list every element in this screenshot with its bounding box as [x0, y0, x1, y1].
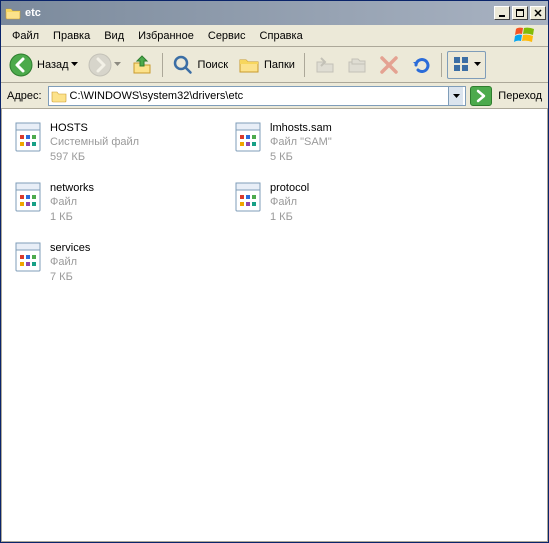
file-item[interactable]: protocol Файл 1 КБ: [228, 177, 448, 237]
search-button[interactable]: Поиск: [168, 51, 232, 79]
file-size: 5 КБ: [270, 150, 332, 164]
file-list: HOSTS Системный файл 597 КБ lmhosts.sam …: [1, 109, 548, 542]
file-size: 7 КБ: [50, 270, 90, 284]
copy-to-button[interactable]: [342, 51, 372, 79]
file-type: Системный файл: [50, 135, 139, 149]
menu-tools[interactable]: Сервис: [201, 28, 253, 44]
minimize-button[interactable]: [494, 6, 510, 20]
menu-view[interactable]: Вид: [97, 28, 131, 44]
undo-button[interactable]: [406, 51, 436, 79]
separator: [162, 53, 163, 77]
back-button[interactable]: Назад: [5, 51, 82, 79]
up-button[interactable]: [127, 51, 157, 79]
menu-favorites[interactable]: Избранное: [131, 28, 201, 44]
file-type: Файл: [50, 195, 94, 209]
file-type: Файл: [270, 195, 309, 209]
go-button[interactable]: [470, 86, 492, 106]
delete-button[interactable]: [374, 51, 404, 79]
address-field[interactable]: [48, 86, 467, 106]
file-icon: [232, 121, 264, 153]
titlebar: etc: [1, 1, 548, 25]
back-label: Назад: [37, 59, 69, 71]
file-name: networks: [50, 181, 94, 195]
folder-icon: [51, 88, 67, 104]
address-dropdown-button[interactable]: [448, 87, 463, 105]
address-label: Адрес:: [5, 90, 44, 102]
folder-icon: [5, 5, 21, 21]
close-button[interactable]: [530, 6, 546, 20]
file-item[interactable]: lmhosts.sam Файл "SAM" 5 КБ: [228, 117, 448, 177]
addressbar: Адрес: Переход: [1, 83, 548, 109]
forward-button[interactable]: [84, 51, 125, 79]
windows-logo-icon: [508, 25, 544, 47]
file-item[interactable]: HOSTS Системный файл 597 КБ: [8, 117, 228, 177]
file-item[interactable]: networks Файл 1 КБ: [8, 177, 228, 237]
file-size: 1 КБ: [270, 210, 309, 224]
go-label: Переход: [496, 90, 544, 102]
file-text: lmhosts.sam Файл "SAM" 5 КБ: [270, 121, 332, 164]
address-input[interactable]: [70, 90, 449, 102]
chevron-down-icon: [71, 61, 78, 68]
maximize-button[interactable]: [512, 6, 528, 20]
toolbar: Назад Поиск Папки: [1, 47, 548, 83]
file-icon: [12, 241, 44, 273]
file-icon: [12, 121, 44, 153]
file-size: 1 КБ: [50, 210, 94, 224]
file-name: lmhosts.sam: [270, 121, 332, 135]
menu-file[interactable]: Файл: [5, 28, 46, 44]
chevron-down-icon: [114, 61, 121, 68]
file-icon: [12, 181, 44, 213]
file-name: protocol: [270, 181, 309, 195]
chevron-down-icon: [474, 61, 481, 68]
file-size: 597 КБ: [50, 150, 139, 164]
separator: [441, 53, 442, 77]
folders-button[interactable]: Папки: [234, 51, 299, 79]
folders-label: Папки: [264, 59, 295, 71]
menubar: Файл Правка Вид Избранное Сервис Справка: [1, 25, 548, 47]
file-text: networks Файл 1 КБ: [50, 181, 94, 224]
file-text: protocol Файл 1 КБ: [270, 181, 309, 224]
file-icon: [232, 181, 264, 213]
window-title: etc: [25, 7, 492, 19]
file-text: HOSTS Системный файл 597 КБ: [50, 121, 139, 164]
views-button[interactable]: [447, 51, 486, 79]
file-text: services Файл 7 КБ: [50, 241, 90, 284]
file-item[interactable]: services Файл 7 КБ: [8, 237, 228, 297]
file-name: services: [50, 241, 90, 255]
file-name: HOSTS: [50, 121, 139, 135]
move-to-button[interactable]: [310, 51, 340, 79]
search-label: Поиск: [198, 59, 228, 71]
menu-edit[interactable]: Правка: [46, 28, 97, 44]
menu-help[interactable]: Справка: [253, 28, 310, 44]
file-type: Файл: [50, 255, 90, 269]
file-type: Файл "SAM": [270, 135, 332, 149]
separator: [304, 53, 305, 77]
